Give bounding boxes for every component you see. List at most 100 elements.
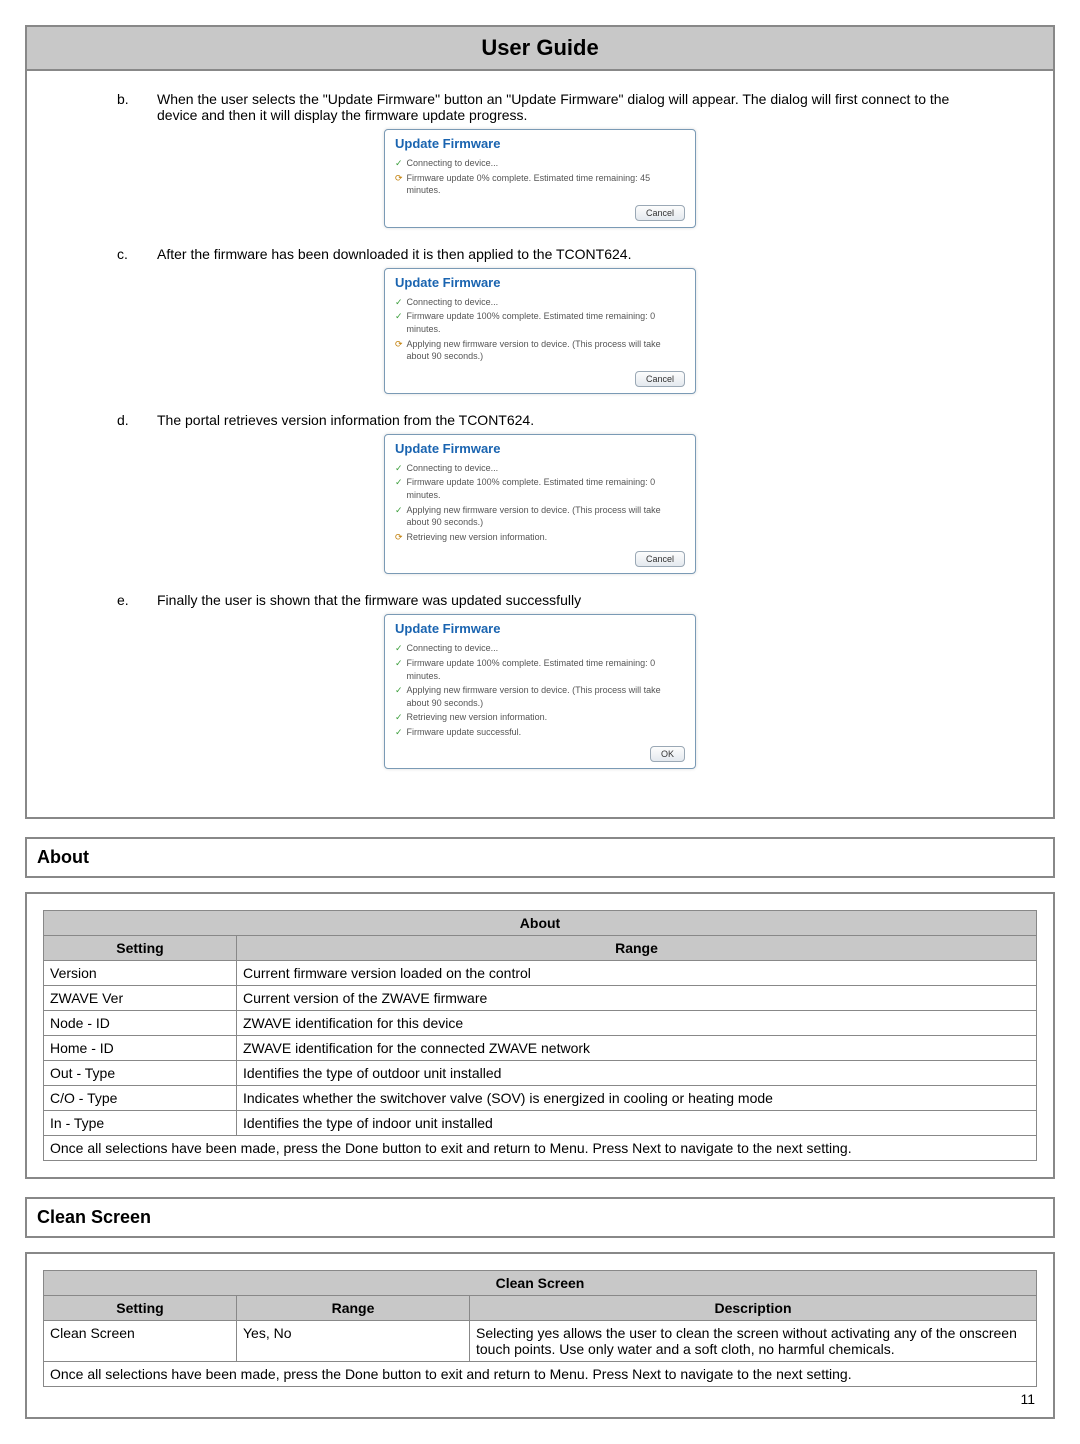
clean-heading: Clean Screen xyxy=(37,1207,151,1227)
table-row: C/O - TypeIndicates whether the switchov… xyxy=(44,1086,1037,1111)
dialog-line: ✓ Firmware update 100% complete. Estimate… xyxy=(395,476,685,501)
table-cell: ZWAVE Ver xyxy=(44,986,237,1011)
dialog-line: ⟳ Firmware update 0% complete. Estimated … xyxy=(395,172,685,197)
check-icon: ✓ xyxy=(395,157,403,170)
about-table: AboutSettingRangeVersionCurrent firmware… xyxy=(43,910,1037,1161)
check-icon: ✓ xyxy=(395,642,403,655)
dialog-line: ✓Firmware update successful. xyxy=(395,726,685,739)
list-text: When the user selects the "Update Firmwa… xyxy=(157,91,963,123)
cancel-button[interactable]: Cancel xyxy=(635,551,685,567)
dialog-line-text: Firmware update 0% complete. Estimated t… xyxy=(407,172,685,197)
loading-icon: ⟳ xyxy=(395,172,403,185)
list-text: After the firmware has been downloaded i… xyxy=(157,246,963,262)
dialog-line-text: Retrieving new version information. xyxy=(407,531,548,544)
table-header: Setting xyxy=(44,1296,237,1321)
list-letter: b. xyxy=(117,91,157,123)
table-cell: ZWAVE identification for the connected Z… xyxy=(237,1036,1037,1061)
table-cell: Selecting yes allows the user to clean t… xyxy=(470,1321,1037,1362)
about-heading-box: About xyxy=(25,837,1055,878)
cancel-button[interactable]: Cancel xyxy=(635,371,685,387)
dialog-title: Update Firmware xyxy=(395,441,685,456)
dialog-line-text: Connecting to device... xyxy=(407,296,499,309)
dialog-line-text: Firmware update 100% complete. Estimated… xyxy=(407,476,685,501)
dialog-button-row: Cancel xyxy=(395,371,685,387)
check-icon: ✓ xyxy=(395,726,403,739)
table-cell: Indicates whether the switchover valve (… xyxy=(237,1086,1037,1111)
table-cell: Current version of the ZWAVE firmware xyxy=(237,986,1037,1011)
loading-icon: ⟳ xyxy=(395,338,403,351)
table-header: Range xyxy=(237,936,1037,961)
dialog-line-text: Firmware update 100% complete. Estimated… xyxy=(407,657,685,682)
dialog-title: Update Firmware xyxy=(395,621,685,636)
clean-heading-box: Clean Screen xyxy=(25,1197,1055,1238)
update-firmware-dialog: Update Firmware✓Connecting to device...✓… xyxy=(384,434,696,575)
check-icon: ✓ xyxy=(395,296,403,309)
table-cell: In - Type xyxy=(44,1111,237,1136)
check-icon: ✓ xyxy=(395,711,403,724)
dialog-line-text: Firmware update 100% complete. Estimated… xyxy=(407,310,685,335)
table-cell: C/O - Type xyxy=(44,1086,237,1111)
table-footer: Once all selections have been made, pres… xyxy=(44,1136,1037,1161)
table-footer: Once all selections have been made, pres… xyxy=(44,1362,1037,1387)
table-title: Clean Screen xyxy=(44,1271,1037,1296)
check-icon: ✓ xyxy=(395,310,403,323)
dialog-button-row: OK xyxy=(395,746,685,762)
table-cell: ZWAVE identification for this device xyxy=(237,1011,1037,1036)
dialog-line-text: Applying new firmware version to device.… xyxy=(407,684,685,709)
list-item: b.When the user selects the "Update Firm… xyxy=(117,91,963,123)
main-panel: User Guide b.When the user selects the "… xyxy=(25,25,1055,819)
dialog-line: ✓ Retrieving new version information. xyxy=(395,711,685,724)
table-cell: Clean Screen xyxy=(44,1321,237,1362)
table-cell: Node - ID xyxy=(44,1011,237,1036)
list-text: Finally the user is shown that the firmw… xyxy=(157,592,963,608)
page-number: 11 xyxy=(43,1387,1037,1407)
table-cell: Yes, No xyxy=(237,1321,470,1362)
clean-table: Clean ScreenSettingRangeDescriptionClean… xyxy=(43,1270,1037,1387)
update-firmware-dialog: Update Firmware ✓ Connecting to device... ⟳… xyxy=(384,129,696,228)
dialog-line-text: Connecting to device... xyxy=(407,157,499,170)
list-letter: c. xyxy=(117,246,157,262)
list-item: d.The portal retrieves version informati… xyxy=(117,412,963,428)
table-row: VersionCurrent firmware version loaded o… xyxy=(44,961,1037,986)
update-firmware-dialog: Update Firmware✓Connecting to device...✓… xyxy=(384,268,696,394)
dialog-line: ✓ Firmware update 100% complete. Estimate… xyxy=(395,657,685,682)
update-firmware-dialog: Update Firmware✓Connecting to device...✓… xyxy=(384,614,696,769)
ok-button[interactable]: OK xyxy=(650,746,685,762)
list-item: c.After the firmware has been downloaded… xyxy=(117,246,963,262)
check-icon: ✓ xyxy=(395,657,403,670)
about-table-wrap: AboutSettingRangeVersionCurrent firmware… xyxy=(25,892,1055,1179)
check-icon: ✓ xyxy=(395,684,403,697)
dialog-line-text: Applying new firmware version to device.… xyxy=(407,338,685,363)
table-row: ZWAVE VerCurrent version of the ZWAVE fi… xyxy=(44,986,1037,1011)
dialog-line: ✓ Connecting to device... xyxy=(395,642,685,655)
table-cell: Identifies the type of indoor unit insta… xyxy=(237,1111,1037,1136)
table-header: Description xyxy=(470,1296,1037,1321)
clean-table-wrap: Clean ScreenSettingRangeDescriptionClean… xyxy=(25,1252,1055,1419)
table-row: Clean ScreenYes, NoSelecting yes allows … xyxy=(44,1321,1037,1362)
dialog-line: ✓ Applying new firmware version to device… xyxy=(395,684,685,709)
dialog-line-text: Applying new firmware version to device.… xyxy=(407,504,685,529)
dialog-button-row: Cancel xyxy=(395,205,685,221)
dialog-line: ✓ Connecting to device... xyxy=(395,157,685,170)
dialog-line-text: Connecting to device... xyxy=(407,642,499,655)
check-icon: ✓ xyxy=(395,504,403,517)
check-icon: ✓ xyxy=(395,476,403,489)
table-cell: Version xyxy=(44,961,237,986)
table-title: About xyxy=(44,911,1037,936)
dialog-line: ✓ Connecting to device... xyxy=(395,296,685,309)
list-letter: d. xyxy=(117,412,157,428)
dialog-title: Update Firmware xyxy=(395,136,685,151)
dialog-line: ⟳Retrieving new version information. xyxy=(395,531,685,544)
table-cell: Home - ID xyxy=(44,1036,237,1061)
table-cell: Out - Type xyxy=(44,1061,237,1086)
dialog-line-text: Connecting to device... xyxy=(407,462,499,475)
list-text: The portal retrieves version information… xyxy=(157,412,963,428)
table-header: Range xyxy=(237,1296,470,1321)
dialog-line-text: Retrieving new version information. xyxy=(407,711,548,724)
dialog-title: Update Firmware xyxy=(395,275,685,290)
table-header: Setting xyxy=(44,936,237,961)
dialog-line: ✓ Applying new firmware version to device… xyxy=(395,504,685,529)
list-letter: e. xyxy=(117,592,157,608)
table-row: Home - IDZWAVE identification for the co… xyxy=(44,1036,1037,1061)
cancel-button[interactable]: Cancel xyxy=(635,205,685,221)
